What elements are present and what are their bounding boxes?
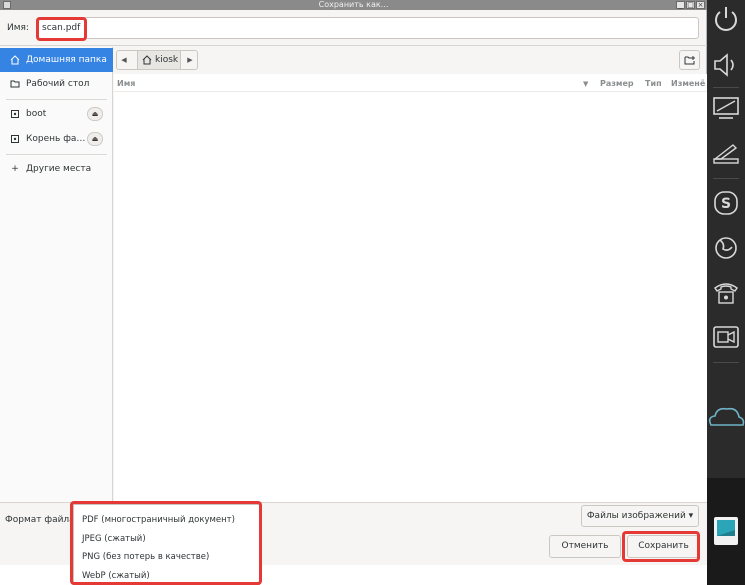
phone-icon[interactable] (711, 278, 741, 308)
save-button[interactable]: Сохранить (627, 535, 700, 558)
sidebar-item-label: Рабочий стол (26, 79, 90, 89)
column-headers: Имя ▼ Размер Тип Изменё (114, 74, 707, 92)
home-icon (142, 55, 152, 65)
drive-icon (10, 109, 20, 119)
plus-icon: + (11, 164, 19, 174)
sidebar-separator (6, 99, 107, 100)
title-bar: Сохранить как... _ □ × (0, 0, 707, 10)
scanner-icon[interactable] (711, 137, 741, 167)
sidebar-item-boot[interactable]: boot ⏏ (0, 102, 113, 126)
cancel-button[interactable]: Отменить (549, 535, 621, 558)
window-title: Сохранить как... (318, 0, 389, 9)
volume-icon[interactable] (711, 50, 741, 80)
column-modified[interactable]: Изменё (671, 79, 705, 88)
app-icon[interactable] (713, 516, 739, 546)
path-label: kiosk (155, 55, 179, 65)
dock-separator (713, 178, 739, 179)
name-label: Имя: (7, 23, 29, 33)
file-filter-dropdown[interactable]: Файлы изображений ▾ (581, 505, 699, 527)
eject-icon[interactable]: ⏏ (87, 107, 103, 121)
right-dock: S (707, 0, 745, 585)
sidebar-item-desktop[interactable]: Рабочий стол (0, 72, 113, 96)
video-icon[interactable] (711, 322, 741, 352)
svg-text:S: S (721, 196, 731, 212)
new-folder-icon (684, 56, 695, 65)
skype-icon[interactable]: S (711, 188, 741, 218)
sidebar-item-label: Домашняя папка (26, 55, 107, 65)
file-list[interactable]: Имя ▼ Размер Тип Изменё (114, 74, 707, 502)
sidebar-item-other-places[interactable]: + Другие места (0, 157, 113, 181)
sidebar-item-home[interactable]: Домашняя папка (0, 48, 113, 72)
power-icon[interactable] (711, 4, 741, 34)
dock-separator (713, 362, 739, 363)
folder-icon (10, 79, 20, 89)
format-option-webp[interactable]: WebP (сжатый) (82, 571, 150, 581)
format-list: PDF (многостраничный документ) JPEG (сжа… (73, 504, 260, 585)
sidebar-item-root[interactable]: Корень фа… ⏏ (0, 127, 113, 151)
sidebar-item-label: Другие места (26, 164, 92, 174)
format-option-pdf[interactable]: PDF (многостраничный документ) (82, 515, 235, 525)
cloud-icon[interactable] (707, 403, 745, 433)
path-forward-icon[interactable]: ▶ (183, 51, 197, 69)
filename-input[interactable] (36, 17, 699, 39)
firefox-icon[interactable] (711, 233, 741, 263)
column-size[interactable]: Размер (600, 79, 634, 88)
dock-separator (713, 87, 739, 88)
minimize-button[interactable]: _ (676, 1, 685, 9)
maximize-button[interactable]: □ (686, 1, 695, 9)
column-name[interactable]: Имя (117, 79, 135, 88)
places-sidebar: Домашняя папка Рабочий стол boot ⏏ Корен… (0, 47, 113, 502)
sidebar-item-label: Корень фа… (26, 134, 86, 144)
path-button-kiosk[interactable]: kiosk (137, 51, 181, 69)
format-option-png[interactable]: PNG (без потерь в качестве) (82, 552, 209, 562)
close-button[interactable]: × (696, 1, 705, 9)
new-folder-button[interactable] (679, 50, 700, 70)
save-dialog: Сохранить как... _ □ × Имя: Домашняя пап… (0, 0, 707, 565)
format-label: Формат файла (5, 515, 75, 525)
path-back-icon[interactable]: ◀ (117, 51, 131, 69)
dock-bottom-panel (707, 478, 745, 585)
path-bar: ◀ kiosk ▶ (116, 50, 198, 70)
column-type[interactable]: Тип (645, 79, 662, 88)
format-option-jpeg[interactable]: JPEG (сжатый) (82, 534, 146, 544)
home-icon (10, 55, 20, 65)
drive-icon (10, 134, 20, 144)
sidebar-item-label: boot (26, 109, 47, 119)
eject-icon[interactable]: ⏏ (87, 132, 103, 146)
sidebar-separator (6, 154, 107, 155)
sort-down-icon: ▼ (583, 80, 589, 88)
display-icon[interactable] (711, 93, 741, 123)
